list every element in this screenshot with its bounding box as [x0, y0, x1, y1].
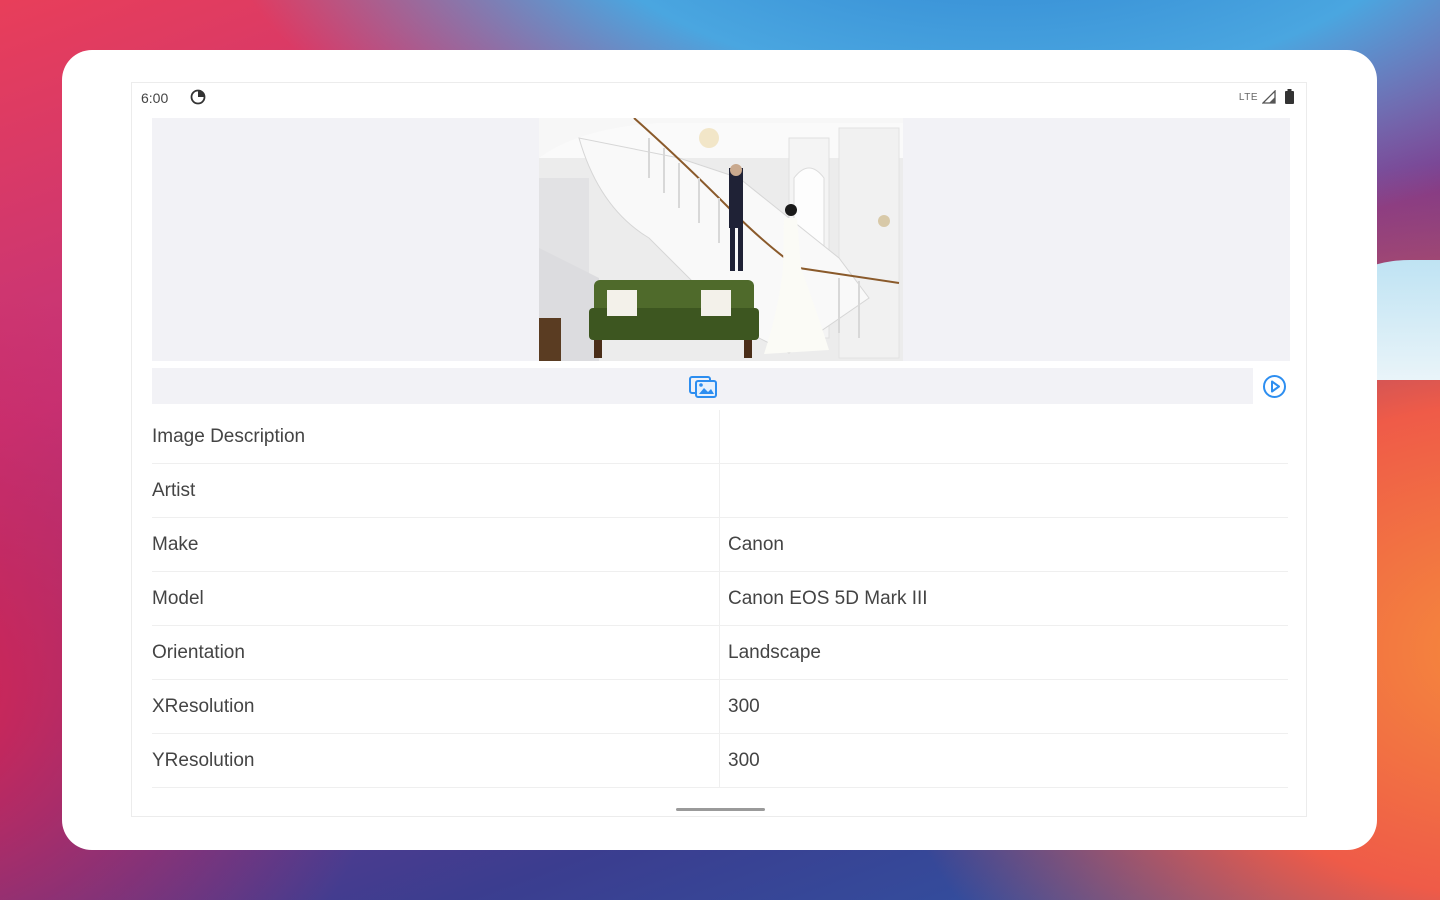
signal-icon	[1262, 90, 1276, 104]
exif-value: 300	[719, 734, 1288, 787]
table-row[interactable]: Model Canon EOS 5D Mark III	[152, 572, 1288, 626]
status-bar: 6:00 LTE	[132, 83, 1306, 113]
exif-key: Model	[152, 588, 204, 609]
network-type: LTE	[1238, 92, 1258, 103]
scroll-handle[interactable]	[676, 808, 765, 811]
compare-icon[interactable]	[687, 373, 719, 399]
table-row[interactable]: Image Description	[152, 410, 1288, 464]
exif-value: Canon	[719, 518, 1288, 571]
exif-value	[719, 464, 1288, 517]
status-time: 6:00	[141, 90, 169, 106]
table-row[interactable]: XResolution 300	[152, 680, 1288, 734]
exif-key: Image Description	[152, 426, 306, 447]
photo-thumbnail[interactable]	[539, 118, 903, 361]
play-icon[interactable]	[1262, 374, 1287, 399]
sync-icon	[190, 89, 206, 105]
exif-key: XResolution	[152, 696, 255, 717]
image-toolbar	[152, 368, 1253, 404]
table-row[interactable]: Orientation Landscape	[152, 626, 1288, 680]
exif-key: Make	[152, 534, 199, 555]
image-preview	[152, 118, 1290, 361]
table-row[interactable]: Make Canon	[152, 518, 1288, 572]
exif-key: Artist	[152, 480, 196, 501]
table-row[interactable]: YResolution 300	[152, 734, 1288, 788]
exif-value: 300	[719, 680, 1288, 733]
app-screen: 6:00 LTE Image Description Artist Make C…	[131, 82, 1307, 817]
exif-value	[719, 410, 1288, 463]
table-row[interactable]: Artist	[152, 464, 1288, 518]
exif-table: Image Description Artist Make Canon Mode…	[152, 410, 1288, 788]
exif-value: Canon EOS 5D Mark III	[719, 572, 1288, 625]
exif-value: Landscape	[719, 626, 1288, 679]
battery-icon	[1285, 89, 1294, 104]
exif-key: YResolution	[152, 750, 255, 771]
exif-key: Orientation	[152, 642, 245, 663]
